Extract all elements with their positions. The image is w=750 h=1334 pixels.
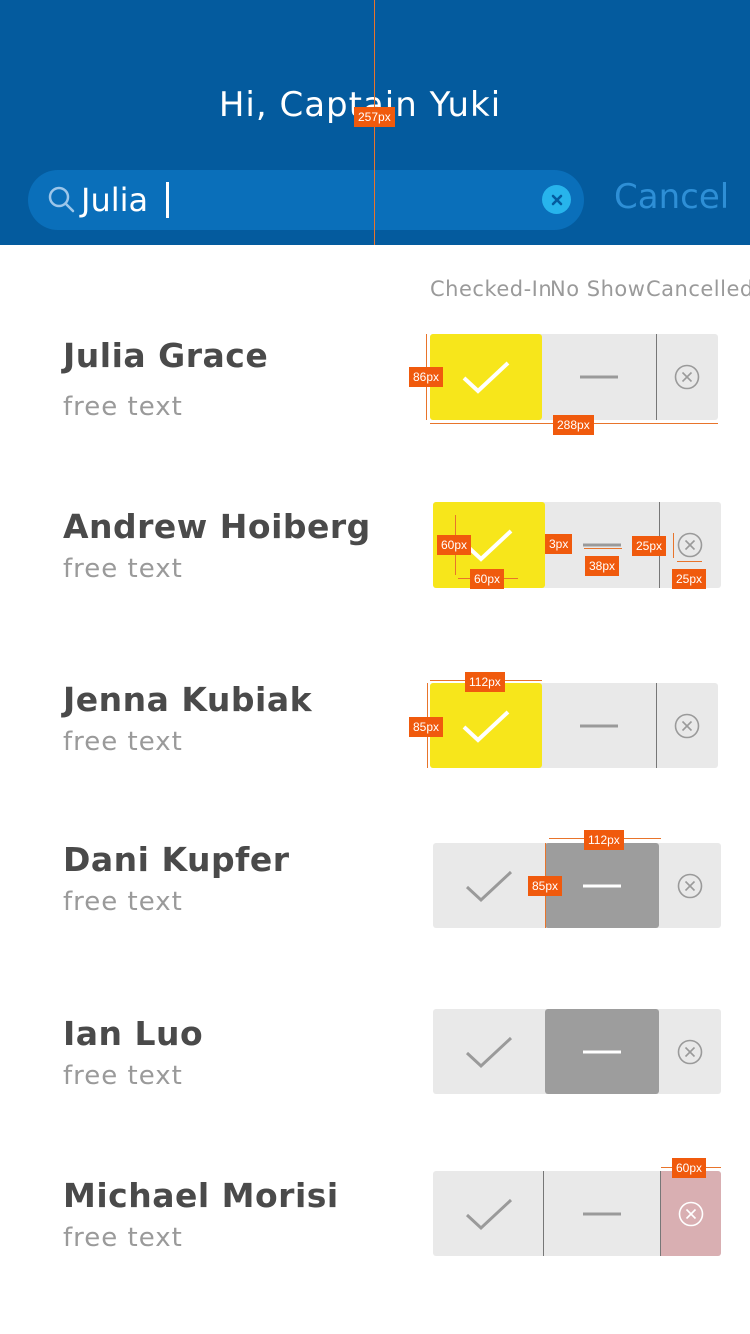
segment-divider xyxy=(543,1171,544,1256)
checkmark-icon xyxy=(465,870,513,902)
cancel-booking-button[interactable] xyxy=(661,1171,721,1256)
dimension-label: 112px xyxy=(584,830,624,850)
dimension-label: 25px xyxy=(632,536,667,556)
checkmark-icon xyxy=(465,1198,513,1230)
guest-name: Jenna Kubiak xyxy=(63,680,313,719)
cancel-booking-button[interactable] xyxy=(656,683,718,768)
dash-icon xyxy=(583,543,621,547)
no-show-button[interactable] xyxy=(545,1171,659,1256)
guest-name: Julia Grace xyxy=(63,336,269,375)
no-show-button[interactable] xyxy=(542,683,656,768)
guest-note: free text xyxy=(63,392,183,422)
guest-name: Michael Morisi xyxy=(63,1176,339,1215)
checkmark-icon xyxy=(465,1036,513,1068)
dimension-label: 38px xyxy=(585,556,620,576)
dimension-label: 25px xyxy=(672,569,707,589)
search-input[interactable]: Julia xyxy=(81,180,148,220)
status-control xyxy=(433,1171,721,1256)
status-control xyxy=(433,843,721,928)
check-in-button[interactable] xyxy=(430,683,542,768)
dash-icon xyxy=(583,1212,621,1215)
dimension-label: 60px xyxy=(672,1158,707,1178)
guide-line xyxy=(673,533,674,558)
dash-icon xyxy=(580,375,618,379)
text-cursor xyxy=(166,182,169,218)
dimension-label: 85px xyxy=(409,717,444,737)
dash-icon xyxy=(580,724,618,727)
cancel-booking-button[interactable] xyxy=(659,843,721,928)
circle-x-icon xyxy=(677,873,703,898)
check-in-button[interactable] xyxy=(430,334,542,420)
cancel-booking-button[interactable] xyxy=(659,1009,721,1094)
guest-note: free text xyxy=(63,887,183,917)
close-icon xyxy=(551,194,562,205)
search-bar[interactable]: Julia xyxy=(28,170,584,230)
guest-name: Andrew Hoiberg xyxy=(63,507,371,546)
circle-x-icon xyxy=(677,532,703,558)
circle-x-icon xyxy=(678,1201,704,1226)
dimension-label: 112px xyxy=(465,672,505,692)
checkmark-icon xyxy=(462,710,510,743)
guest-note: free text xyxy=(63,554,183,584)
dash-icon xyxy=(583,884,621,887)
checkmark-icon xyxy=(462,361,510,394)
column-header-no-show: No Show xyxy=(550,277,646,301)
circle-x-icon xyxy=(677,1039,703,1064)
circle-x-icon xyxy=(674,364,700,390)
status-control xyxy=(430,334,718,420)
check-in-button[interactable] xyxy=(433,1171,545,1256)
guest-note: free text xyxy=(63,1223,183,1253)
dimension-label: 257px xyxy=(354,107,395,127)
cancel-button[interactable]: Cancel xyxy=(614,176,729,218)
dimension-label: 60px xyxy=(437,535,472,555)
check-in-button[interactable] xyxy=(433,1009,545,1094)
no-show-button[interactable] xyxy=(545,1009,659,1094)
cancel-booking-button[interactable] xyxy=(656,334,718,420)
no-show-button[interactable] xyxy=(545,843,659,928)
status-control xyxy=(430,683,718,768)
circle-x-icon xyxy=(674,713,700,738)
dimension-label: 85px xyxy=(528,876,563,896)
guest-name: Ian Luo xyxy=(63,1014,204,1053)
checkmark-icon xyxy=(465,529,513,562)
guide-line xyxy=(584,548,622,549)
dimension-label: 60px xyxy=(470,569,505,589)
dash-icon xyxy=(583,1050,621,1053)
clear-search-button[interactable] xyxy=(542,185,571,214)
column-header-checked-in: Checked-In xyxy=(430,277,553,301)
dimension-label: 86px xyxy=(409,367,444,387)
status-control xyxy=(433,1009,721,1094)
guest-note: free text xyxy=(63,727,183,757)
column-header-cancelled: Cancelled xyxy=(646,277,750,301)
guest-name: Dani Kupfer xyxy=(63,840,290,879)
search-icon xyxy=(48,186,75,213)
dimension-label: 288px xyxy=(553,415,594,435)
guest-note: free text xyxy=(63,1061,183,1091)
no-show-button[interactable] xyxy=(542,334,656,420)
guide-line xyxy=(677,561,702,562)
dimension-label: 3px xyxy=(545,534,573,554)
